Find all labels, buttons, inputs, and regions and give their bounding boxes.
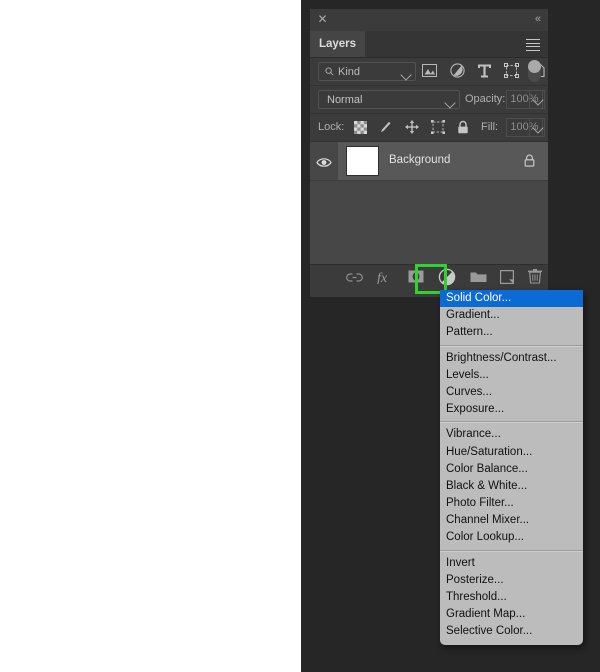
lock-row: Lock: Fill: 100% — [310, 114, 548, 142]
filter-enable-toggle[interactable] — [528, 60, 541, 82]
lock-position-icon[interactable] — [405, 120, 419, 139]
menu-item-vibrance[interactable]: Vibrance... — [440, 426, 583, 443]
menu-item-curves[interactable]: Curves... — [440, 384, 583, 401]
menu-item-invert[interactable]: Invert — [440, 555, 583, 572]
tab-layers[interactable]: Layers — [310, 31, 365, 57]
menu-item-gradient-map[interactable]: Gradient Map... — [440, 606, 583, 623]
menu-item-hue-saturation[interactable]: Hue/Saturation... — [440, 444, 583, 461]
layers-panel-bottom-toolbar: fx — [310, 264, 548, 293]
toggle-knob — [528, 60, 541, 73]
layer-style-fx-icon[interactable]: fx — [377, 270, 395, 289]
filter-kind-label: Kind — [338, 66, 361, 78]
menu-item-gradient[interactable]: Gradient... — [440, 307, 583, 324]
document-canvas — [0, 0, 301, 672]
layer-name: Background — [389, 154, 451, 166]
layer-thumbnail[interactable] — [346, 146, 379, 176]
hamburger-menu-icon[interactable] — [526, 39, 540, 51]
collapse-panel-icon[interactable]: « — [535, 13, 541, 26]
delete-layer-icon[interactable] — [527, 269, 542, 289]
menu-item-selective-color[interactable]: Selective Color... — [440, 623, 583, 640]
menu-item-photo-filter[interactable]: Photo Filter... — [440, 495, 583, 512]
menu-item-color-balance[interactable]: Color Balance... — [440, 461, 583, 478]
lock-option-icons — [354, 120, 469, 139]
filter-kind-select[interactable]: Kind — [318, 62, 416, 81]
menu-item-solid-color[interactable]: Solid Color... — [440, 290, 583, 308]
link-layers-icon[interactable] — [346, 270, 363, 288]
layer-filter-row: Kind — [310, 58, 548, 86]
menu-item-color-lookup[interactable]: Color Lookup... — [440, 529, 583, 546]
new-adjustment-layer-menu: Solid Color... Gradient... Pattern... Br… — [440, 290, 583, 645]
opacity-dropdown-button[interactable] — [529, 90, 545, 109]
table-row[interactable]: Background — [310, 142, 548, 181]
adjustment-layer-filter-icon[interactable] — [450, 63, 465, 83]
panel-tabstrip: Layers — [310, 31, 548, 58]
menu-separator — [440, 549, 583, 552]
layer-visibility-cell[interactable] — [310, 142, 338, 180]
chevron-down-icon — [444, 94, 456, 112]
fill-label: Fill: — [481, 121, 499, 133]
shape-layer-filter-icon[interactable] — [504, 63, 519, 83]
menu-item-brightness-contrast[interactable]: Brightness/Contrast... — [440, 350, 583, 367]
lock-image-pixels-icon[interactable] — [379, 120, 393, 139]
opacity-label: Opacity: — [465, 93, 506, 105]
menu-item-black-and-white[interactable]: Black & White... — [440, 478, 583, 495]
pixel-layer-filter-icon[interactable] — [422, 64, 437, 82]
blend-mode-value: Normal — [327, 94, 363, 106]
panel-titlebar: ✕ « — [310, 9, 548, 31]
lock-icon[interactable] — [524, 154, 535, 172]
menu-item-threshold[interactable]: Threshold... — [440, 589, 583, 606]
menu-item-levels[interactable]: Levels... — [440, 367, 583, 384]
new-group-icon[interactable] — [470, 270, 487, 288]
menu-separator — [440, 421, 583, 424]
add-layer-mask-icon[interactable] — [408, 270, 424, 288]
bottom-toolbar-icons: fx — [346, 265, 542, 293]
menu-item-pattern[interactable]: Pattern... — [440, 324, 583, 341]
blend-mode-row: Normal Opacity: 100% — [310, 86, 548, 114]
fill-dropdown-button[interactable] — [529, 118, 545, 137]
search-icon — [325, 67, 334, 76]
lock-label: Lock: — [318, 121, 345, 133]
lock-all-icon[interactable] — [457, 120, 469, 139]
chevron-down-icon — [400, 66, 412, 84]
eye-icon[interactable] — [316, 155, 332, 173]
type-layer-filter-icon[interactable] — [478, 64, 491, 83]
new-adjustment-layer-icon[interactable] — [438, 268, 456, 291]
svg-text:fx: fx — [377, 271, 388, 284]
layer-list: Background — [310, 142, 548, 264]
menu-item-posterize[interactable]: Posterize... — [440, 572, 583, 589]
menu-item-exposure[interactable]: Exposure... — [440, 401, 583, 418]
lock-transparent-pixels-icon[interactable] — [354, 120, 367, 139]
menu-separator — [440, 344, 583, 347]
new-layer-icon[interactable] — [500, 269, 515, 289]
layers-panel: ✕ « Layers Kind Normal Opacity: 100% Loc… — [310, 9, 548, 297]
lock-artboard-nesting-icon[interactable] — [431, 120, 445, 139]
menu-item-channel-mixer[interactable]: Channel Mixer... — [440, 512, 583, 529]
close-icon[interactable]: ✕ — [316, 13, 329, 26]
blend-mode-select[interactable]: Normal — [318, 90, 460, 109]
